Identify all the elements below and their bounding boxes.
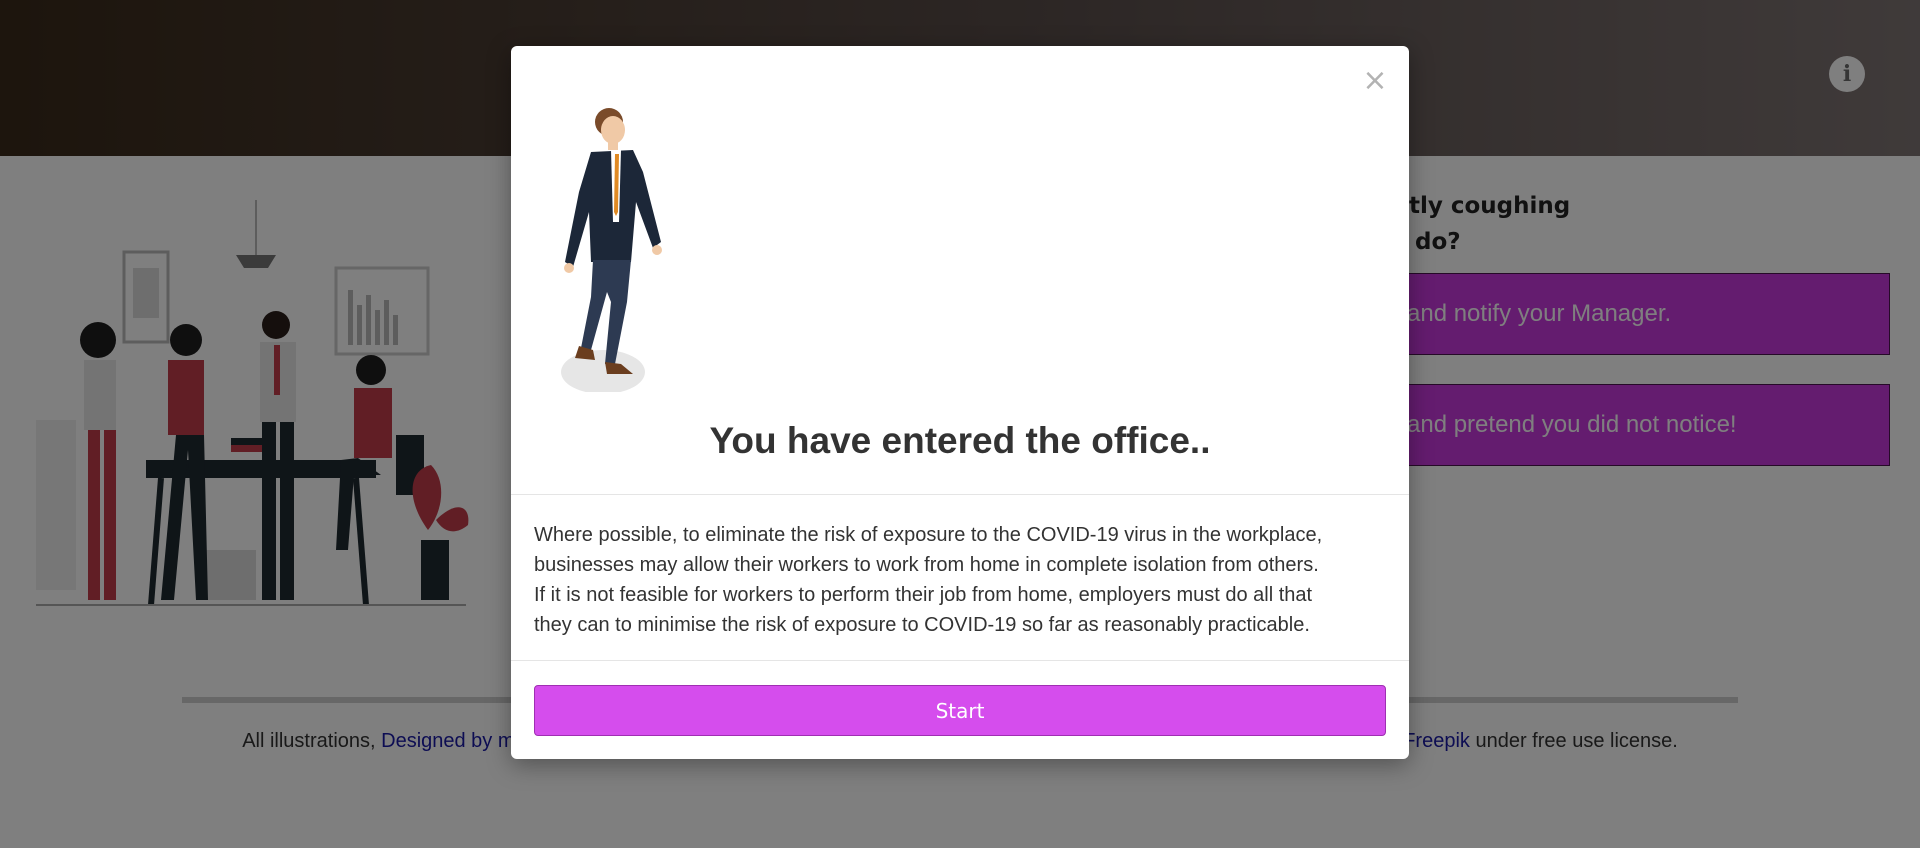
modal-body-line: businesses may allow their workers to wo… (534, 554, 1319, 576)
businessman-walking-illustration (561, 108, 662, 392)
modal-body-line: If it is not feasible for workers to per… (534, 584, 1313, 606)
modal-body-line: they can to minimise the risk of exposur… (534, 614, 1310, 636)
start-button[interactable]: Start (534, 685, 1386, 736)
modal-header-divider (511, 494, 1409, 495)
modal-body: Where possible, to eliminate the risk of… (534, 520, 1394, 640)
modal-footer-divider (511, 660, 1409, 661)
close-icon[interactable]: × (1361, 66, 1389, 96)
modal-body-line: Where possible, to eliminate the risk of… (534, 524, 1323, 546)
intro-modal: × You have entered the office.. Where po… (511, 46, 1409, 759)
modal-title: You have entered the office.. (709, 420, 1211, 461)
